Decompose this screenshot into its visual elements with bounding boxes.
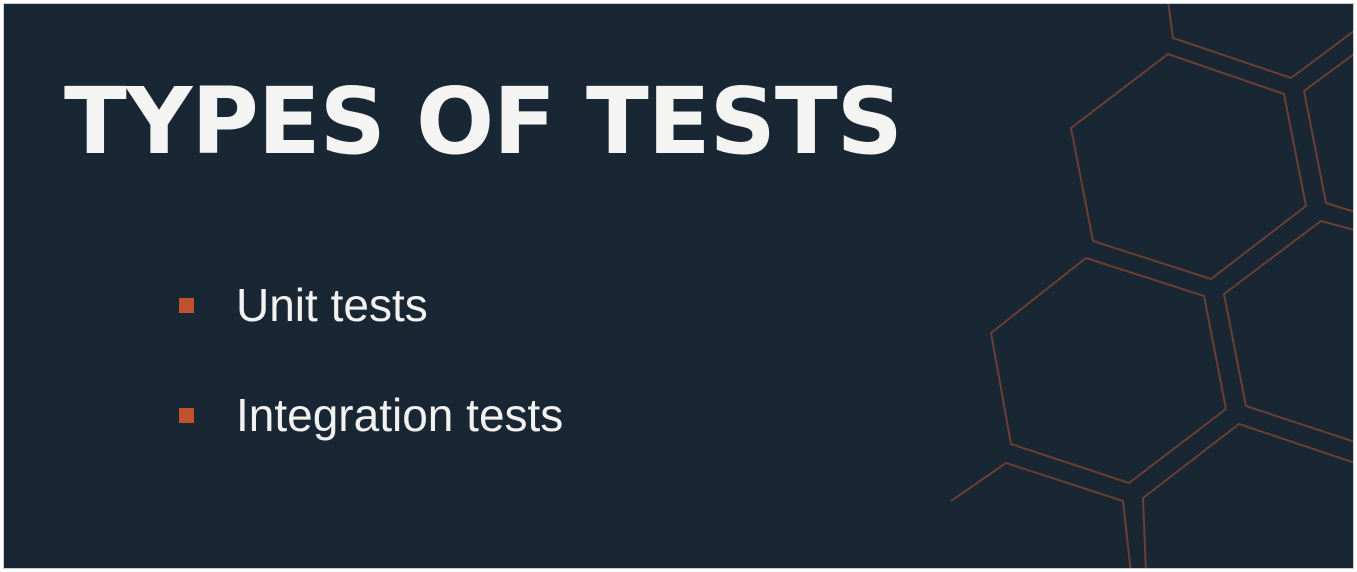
bullet-list: Unit tests Integration tests	[179, 276, 563, 496]
bullet-item: Unit tests	[179, 276, 563, 334]
bullet-text: Unit tests	[236, 279, 428, 331]
hexagon	[1141, 422, 1353, 568]
hexagon	[1069, 52, 1308, 281]
slide-title: TYPES OF TESTS	[64, 68, 903, 175]
slide: TYPES OF TESTS Unit tests Integration te…	[3, 3, 1354, 569]
bullet-text: Integration tests	[236, 389, 564, 441]
hexagon	[1167, 4, 1353, 80]
hexagon	[1302, 53, 1353, 213]
hexagon	[989, 256, 1228, 485]
hexagon	[950, 461, 1132, 568]
square-bullet-icon	[179, 407, 194, 423]
bullet-item: Integration tests	[179, 386, 563, 444]
square-bullet-icon	[179, 297, 194, 313]
